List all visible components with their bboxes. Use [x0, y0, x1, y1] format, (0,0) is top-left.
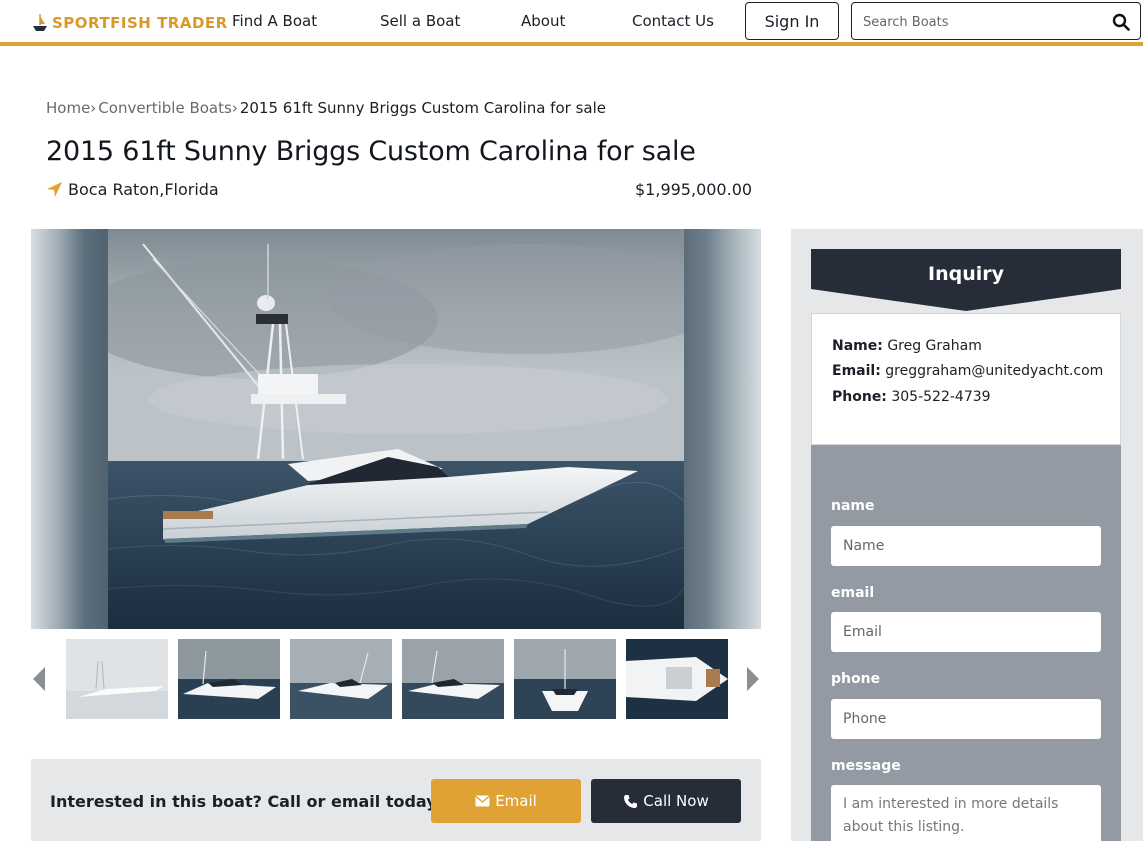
- email-field-label: email: [831, 585, 875, 601]
- name-field-label: name: [831, 498, 875, 514]
- inquiry-banner: Inquiry: [811, 249, 1121, 311]
- email-button[interactable]: Email: [431, 779, 581, 823]
- previous-arrow-icon[interactable]: [33, 667, 45, 691]
- call-now-label: Call Now: [643, 792, 709, 810]
- agent-email-label: Email:: [832, 363, 881, 379]
- sign-in-button[interactable]: Sign In: [745, 2, 839, 40]
- thumbnail-6[interactable]: [626, 639, 728, 719]
- phone-icon: [624, 794, 638, 808]
- agent-phone-label: Phone:: [832, 389, 887, 405]
- page-title: 2015 61ft Sunny Briggs Custom Carolina f…: [46, 136, 696, 167]
- agent-phone[interactable]: 305-522-4739: [891, 389, 990, 405]
- photo-side-blur-left: [31, 229, 108, 629]
- location-text: Boca Raton,Florida: [68, 180, 219, 199]
- thumbnail-4[interactable]: [402, 639, 504, 719]
- inquiry-sidebar: Inquiry Name: Greg Graham Email: greggra…: [791, 229, 1143, 841]
- cta-text: Interested in this boat? Call or email t…: [50, 792, 444, 811]
- thumbnail-5[interactable]: [514, 639, 616, 719]
- logo-text: SPORTFISH TRADER: [52, 14, 228, 32]
- agent-name: Greg Graham: [887, 338, 982, 354]
- nav-find-a-boat[interactable]: Find A Boat: [232, 12, 317, 30]
- listing-location: Boca Raton,Florida: [46, 180, 219, 199]
- breadcrumb-separator: ›: [90, 99, 97, 117]
- breadcrumb: Home › Convertible Boats › 2015 61ft Sun…: [46, 99, 606, 117]
- inquiry-form: name email phone message: [811, 445, 1121, 841]
- nav-sell-a-boat[interactable]: Sell a Boat: [380, 12, 460, 30]
- phone-field[interactable]: [831, 699, 1101, 739]
- contact-cta-bar: Interested in this boat? Call or email t…: [31, 759, 761, 841]
- breadcrumb-current: 2015 61ft Sunny Briggs Custom Carolina f…: [239, 99, 606, 117]
- agent-phone-line: Phone: 305-522-4739: [832, 389, 991, 405]
- nav-contact-us[interactable]: Contact Us: [632, 12, 714, 30]
- site-header: SPORTFISH TRADER Find A Boat Sell a Boat…: [0, 0, 1143, 46]
- logo-boat-icon: [33, 14, 47, 31]
- name-field[interactable]: [831, 526, 1101, 566]
- search-icon[interactable]: [1112, 13, 1130, 31]
- phone-field-label: phone: [831, 671, 881, 687]
- thumbnail-2[interactable]: [178, 639, 280, 719]
- boat-photo: [108, 229, 684, 629]
- listing-price: $1,995,000.00: [635, 180, 753, 199]
- thumbnail-3[interactable]: [290, 639, 392, 719]
- search-input[interactable]: [863, 11, 1103, 33]
- envelope-icon: [475, 795, 491, 807]
- agent-email[interactable]: greggraham@unitedyacht.com: [885, 363, 1103, 379]
- nav-about[interactable]: About: [521, 12, 565, 30]
- breadcrumb-separator: ›: [231, 99, 238, 117]
- search-box: [851, 2, 1141, 40]
- main-boat-photo[interactable]: [31, 229, 761, 629]
- agent-name-line: Name: Greg Graham: [832, 338, 982, 354]
- agent-contact-box: Name: Greg Graham Email: greggraham@unit…: [811, 313, 1121, 445]
- location-arrow-icon: [47, 182, 62, 197]
- photo-side-blur-right: [684, 229, 761, 629]
- thumbnail-strip: [31, 639, 761, 719]
- site-logo[interactable]: SPORTFISH TRADER: [32, 13, 228, 33]
- message-field[interactable]: [831, 785, 1101, 841]
- agent-name-label: Name:: [832, 338, 883, 354]
- email-button-label: Email: [495, 792, 537, 810]
- breadcrumb-convertible-boats[interactable]: Convertible Boats: [98, 99, 232, 117]
- inquiry-title: Inquiry: [928, 263, 1004, 285]
- breadcrumb-home[interactable]: Home: [46, 99, 90, 117]
- next-arrow-icon[interactable]: [747, 667, 759, 691]
- thumbnail-1[interactable]: [66, 639, 168, 719]
- agent-email-line: Email: greggraham@unitedyacht.com: [832, 363, 1103, 379]
- message-field-label: message: [831, 758, 901, 774]
- call-now-button[interactable]: Call Now: [591, 779, 741, 823]
- email-field[interactable]: [831, 612, 1101, 652]
